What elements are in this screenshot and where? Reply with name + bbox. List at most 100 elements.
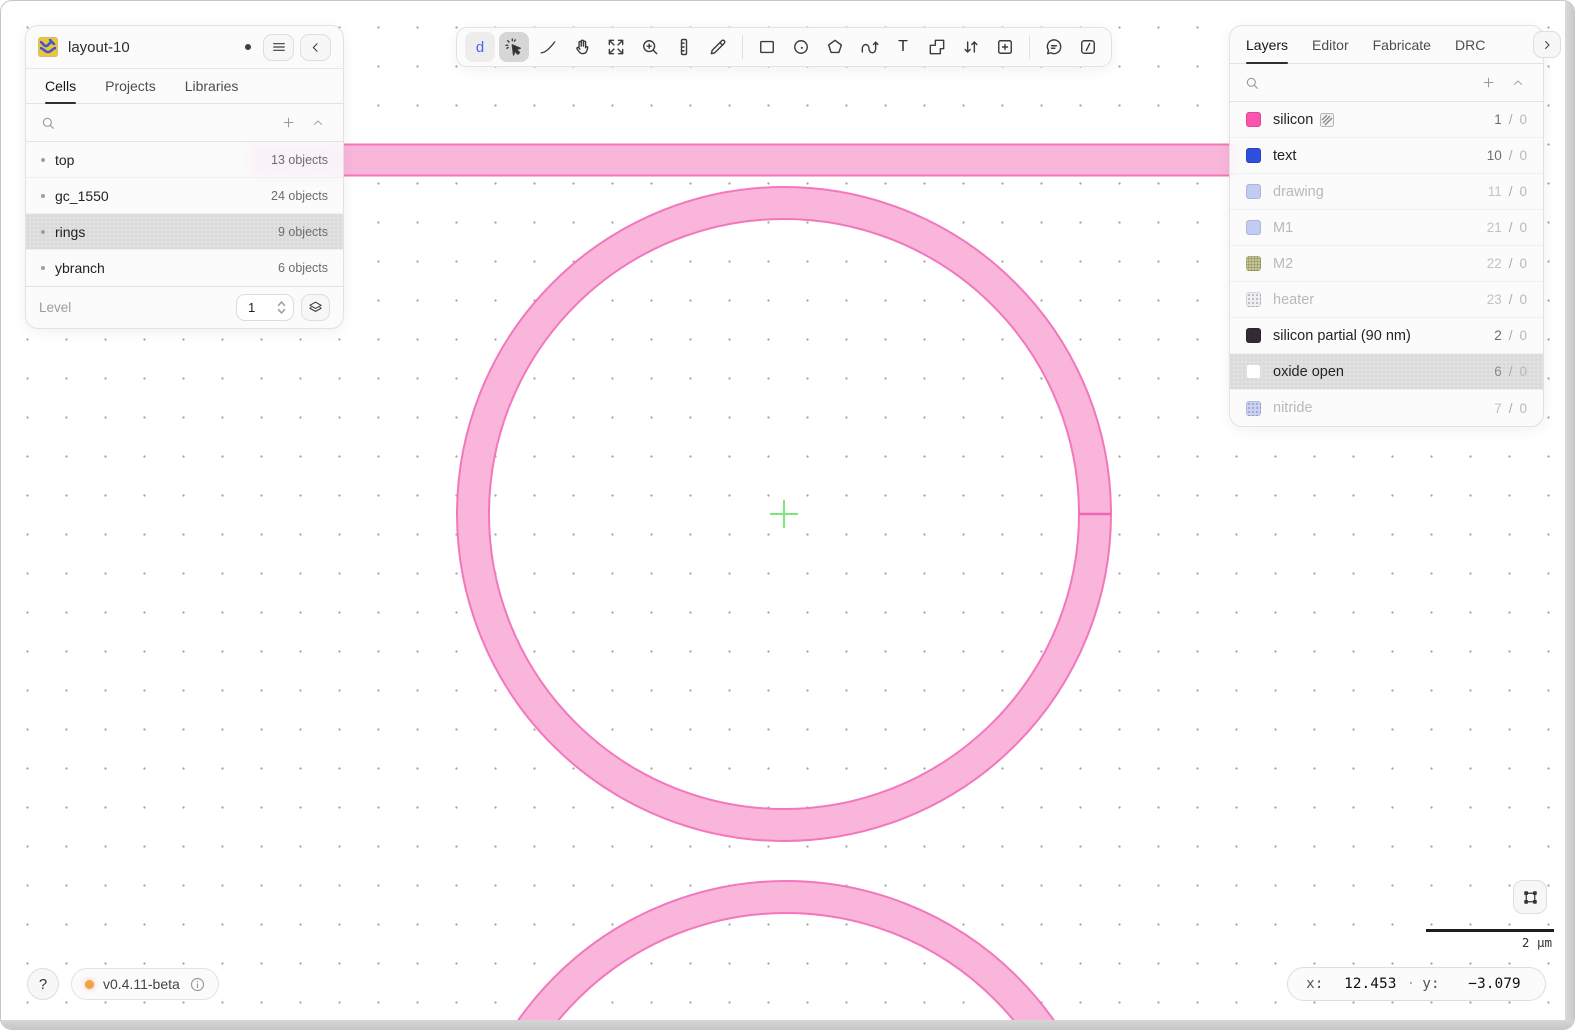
layer-shape-count: 23 / 0 bbox=[1486, 292, 1527, 307]
cells-panel-tabs: Cells Projects Libraries bbox=[26, 69, 343, 104]
add-layer-button[interactable] bbox=[1477, 72, 1499, 94]
cell-bullet-icon bbox=[41, 229, 45, 234]
tab-libraries[interactable]: Libraries bbox=[185, 69, 239, 103]
layer-row[interactable]: drawing 11 / 0 bbox=[1230, 174, 1543, 210]
layer-color-swatch[interactable] bbox=[1246, 400, 1261, 416]
collapse-layers-list-button[interactable] bbox=[1507, 72, 1529, 94]
tool-path[interactable] bbox=[854, 32, 884, 62]
tool-fit-view[interactable] bbox=[601, 32, 631, 62]
tab-layers[interactable]: Layers bbox=[1246, 26, 1289, 64]
bounding-box-icon bbox=[1523, 890, 1537, 904]
tool-ruler[interactable] bbox=[669, 32, 699, 62]
layer-color-swatch[interactable] bbox=[1246, 112, 1261, 127]
tool-text[interactable]: T bbox=[888, 32, 918, 62]
cell-row[interactable]: ybranch 6 objects bbox=[26, 250, 343, 286]
tool-circle[interactable] bbox=[786, 32, 816, 62]
tab-projects[interactable]: Projects bbox=[105, 69, 156, 103]
tool-curve[interactable] bbox=[533, 32, 563, 62]
layers-list: silicon 1 / 0 text 10 / 0 drawing 11 / 0… bbox=[1230, 102, 1543, 426]
info-icon[interactable] bbox=[189, 976, 206, 993]
version-badge[interactable]: v0.4.11-beta bbox=[71, 968, 219, 1000]
chevron-left-icon bbox=[312, 42, 318, 52]
scale-bar bbox=[1426, 929, 1554, 932]
layer-name: drawing bbox=[1273, 183, 1324, 200]
tool-zoom-in[interactable] bbox=[635, 32, 665, 62]
cell-name: rings bbox=[55, 223, 86, 240]
y-value: −3.079 bbox=[1468, 976, 1521, 992]
layer-row[interactable]: heater 23 / 0 bbox=[1230, 282, 1543, 318]
cell-row[interactable]: gc_1550 24 objects bbox=[26, 178, 343, 214]
toolbar-separator bbox=[1029, 35, 1030, 59]
layer-shape-count: 22 / 0 bbox=[1486, 256, 1527, 271]
cell-name: ybranch bbox=[55, 260, 105, 276]
cell-name: gc_1550 bbox=[55, 187, 109, 204]
ring-resonator-2-shape[interactable] bbox=[459, 880, 1113, 1030]
waveguide-bus-shape[interactable] bbox=[250, 143, 1236, 177]
layer-name: silicon bbox=[1273, 111, 1314, 128]
tool-pan[interactable] bbox=[567, 32, 597, 62]
layers-search-input[interactable] bbox=[1268, 73, 1469, 92]
tool-insert-cell[interactable] bbox=[990, 32, 1020, 62]
horizontal-scrollbar[interactable] bbox=[1, 1020, 1574, 1029]
collapse-cells-list-button[interactable] bbox=[307, 112, 329, 134]
layer-row[interactable]: silicon 1 / 0 bbox=[1230, 102, 1543, 138]
toolbar-separator bbox=[742, 35, 743, 59]
cell-row[interactable]: top 13 objects bbox=[26, 142, 343, 178]
vertical-scrollbar[interactable] bbox=[1565, 1, 1574, 1029]
layer-row[interactable]: silicon partial (90 nm) 2 / 0 bbox=[1230, 318, 1543, 354]
layer-color-swatch[interactable] bbox=[1246, 328, 1261, 343]
tab-editor[interactable]: Editor bbox=[1312, 26, 1349, 63]
layer-color-swatch[interactable] bbox=[1246, 220, 1261, 235]
layer-shape-count: 10 / 0 bbox=[1486, 148, 1527, 163]
tab-drc[interactable]: DRC bbox=[1455, 26, 1485, 63]
tool-smart-select[interactable] bbox=[499, 32, 529, 62]
layer-row[interactable]: nitride 7 / 0 bbox=[1230, 390, 1543, 426]
layer-row[interactable]: M1 21 / 0 bbox=[1230, 210, 1543, 246]
panel-menu-button[interactable] bbox=[263, 33, 294, 61]
layer-color-swatch[interactable] bbox=[1246, 292, 1261, 307]
tool-shortcuts[interactable] bbox=[1073, 32, 1103, 62]
chevron-up-icon bbox=[1514, 79, 1522, 85]
layer-color-swatch[interactable] bbox=[1246, 256, 1261, 271]
app-window: layout-10 Cells Projects Libraries top 1… bbox=[0, 0, 1575, 1030]
layer-color-swatch[interactable] bbox=[1246, 364, 1261, 379]
tool-boolean[interactable] bbox=[922, 32, 952, 62]
collapse-panel-button[interactable] bbox=[300, 33, 331, 61]
expand-tabs-button[interactable] bbox=[1533, 31, 1562, 58]
y-label: y: bbox=[1422, 976, 1440, 992]
app-logo bbox=[38, 37, 58, 57]
layer-color-swatch[interactable] bbox=[1246, 148, 1261, 163]
level-value: 1 bbox=[248, 300, 256, 315]
x-label: x: bbox=[1306, 976, 1324, 992]
status-dot bbox=[85, 979, 94, 989]
layer-shape-count: 2 / 0 bbox=[1494, 328, 1527, 343]
tool-pencil[interactable] bbox=[703, 32, 733, 62]
fit-selection-button[interactable] bbox=[1513, 880, 1547, 914]
hierarchy-levels-button[interactable] bbox=[301, 294, 330, 321]
hand-icon bbox=[576, 39, 589, 55]
path-squiggle-icon bbox=[861, 41, 879, 54]
level-stepper[interactable]: 1 bbox=[236, 294, 294, 321]
add-cell-button[interactable] bbox=[277, 112, 299, 134]
tool-rectangle[interactable] bbox=[752, 32, 782, 62]
cell-object-count: 9 objects bbox=[277, 224, 328, 239]
tool-draft-mode[interactable]: d bbox=[465, 32, 495, 62]
tab-fabricate[interactable]: Fabricate bbox=[1373, 26, 1431, 63]
cell-row[interactable]: rings 9 objects bbox=[26, 214, 343, 250]
expand-arrows-icon bbox=[608, 39, 624, 55]
tab-cells[interactable]: Cells bbox=[45, 69, 77, 104]
layer-row[interactable]: oxide open 6 / 0 bbox=[1230, 354, 1543, 390]
layer-row[interactable]: M2 22 / 0 bbox=[1230, 246, 1543, 282]
layer-row[interactable]: text 10 / 0 bbox=[1230, 138, 1543, 174]
tool-polygon[interactable] bbox=[820, 32, 850, 62]
help-button[interactable]: ? bbox=[27, 968, 59, 1000]
cells-search-input[interactable] bbox=[64, 113, 269, 132]
chevron-right-icon bbox=[1545, 40, 1550, 49]
ruler-icon bbox=[680, 38, 688, 56]
tool-comment[interactable] bbox=[1039, 32, 1069, 62]
layer-name: nitride bbox=[1273, 400, 1313, 416]
tool-swap-vertical[interactable] bbox=[956, 32, 986, 62]
cell-name: top bbox=[55, 151, 75, 168]
layer-color-swatch[interactable] bbox=[1246, 184, 1261, 199]
layer-name: heater bbox=[1273, 291, 1315, 308]
